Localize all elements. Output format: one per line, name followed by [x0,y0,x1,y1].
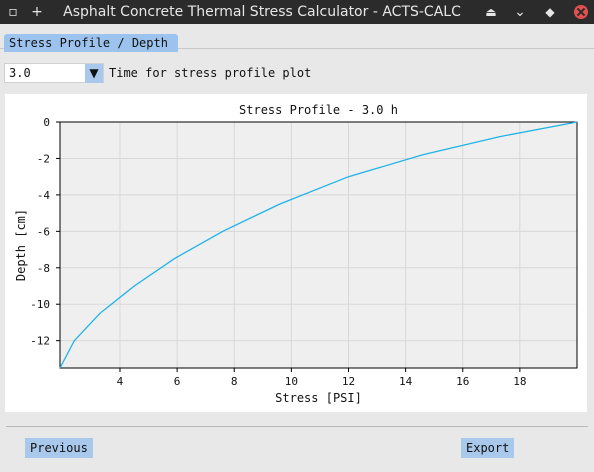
y-tick-label: 0 [43,116,50,129]
time-select-label: Time for stress profile plot [109,66,312,80]
x-tick-label: 6 [174,375,181,388]
tab-stress-profile[interactable]: Stress Profile / Depth [4,34,178,52]
x-tick-label: 4 [117,375,124,388]
x-tick-label: 12 [342,375,355,388]
x-tick-label: 16 [456,375,469,388]
close-icon[interactable] [574,5,588,19]
time-select[interactable]: 3.0 ▼ [4,63,104,83]
x-tick-label: 18 [513,375,526,388]
x-tick-label: 8 [231,375,238,388]
previous-button[interactable]: Previous [25,438,93,458]
window-menu-icon[interactable]: ▫ [4,3,22,21]
tab-bar: Stress Profile / Depth [0,24,594,52]
y-tick-label: -2 [37,152,50,165]
chart-title: Stress Profile - 3.0 h [239,103,398,117]
x-tick-label: 14 [399,375,413,388]
title-bar: ▫ + Asphalt Concrete Thermal Stress Calc… [0,0,594,24]
window-title: Asphalt Concrete Thermal Stress Calculat… [63,4,461,20]
stress-profile-chart: 4 6 8 10 12 14 16 18 0 -2 -4 -6 -8 -10 -12 Stress Prof… [14,103,578,405]
maximize-icon[interactable]: ◆ [541,3,559,21]
y-axis-label: Depth [cm] [14,209,28,281]
x-axis-label: Stress [PSI] [275,391,362,405]
y-tick-label: -8 [37,262,50,275]
x-tick-label: 10 [285,375,298,388]
y-tick-label: -10 [30,298,50,311]
eject-icon[interactable]: ⏏ [482,3,500,21]
y-tick-label: -4 [37,189,51,202]
minimize-icon[interactable]: ⌄ [511,3,529,21]
time-select-value: 3.0 [9,66,31,80]
divider [6,426,588,427]
plus-icon[interactable]: + [28,3,46,21]
y-tick-label: -6 [37,225,50,238]
chevron-down-icon[interactable]: ▼ [85,64,103,83]
y-tick-label: -12 [30,335,50,348]
export-button[interactable]: Export [461,438,515,458]
plot-panel: 4 6 8 10 12 14 16 18 0 -2 -4 -6 -8 -10 -12 Stress Prof… [5,94,587,412]
